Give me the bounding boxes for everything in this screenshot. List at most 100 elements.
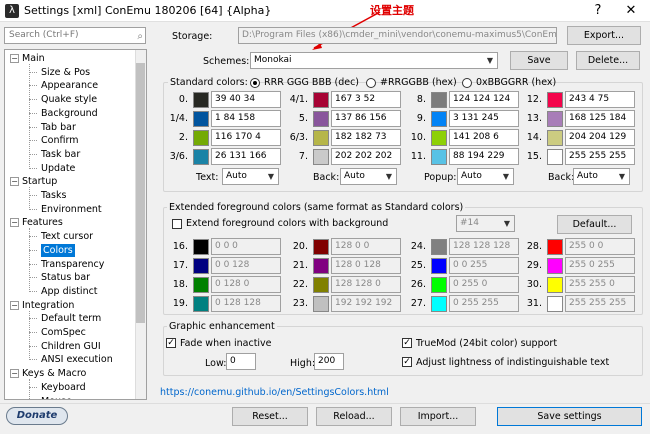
- help-link[interactable]: https://conemu.github.io/en/SettingsColo…: [160, 387, 389, 398]
- default-colors-button[interactable]: Default...: [557, 215, 632, 234]
- close-button[interactable]: ✕: [620, 1, 642, 21]
- standard-color-swatch[interactable]: [193, 149, 209, 165]
- tree-item-app-distinct[interactable]: App distinct: [41, 285, 98, 298]
- standard-color-value-field[interactable]: 3 131 245: [449, 110, 519, 127]
- extend-colors-checkbox[interactable]: [172, 219, 182, 229]
- standard-color-value-field[interactable]: 141 208 6: [449, 129, 519, 146]
- extended-color-swatch[interactable]: [313, 296, 329, 312]
- tree-item-status-bar[interactable]: Status bar: [41, 271, 90, 284]
- tree-item-size-pos[interactable]: Size & Pos: [41, 66, 90, 79]
- extended-color-swatch[interactable]: [547, 277, 563, 293]
- standard-color-value-field[interactable]: 1 84 158: [211, 110, 281, 127]
- tree-item-text-cursor[interactable]: Text cursor: [41, 230, 93, 243]
- tree-expander-icon[interactable]: −: [10, 369, 19, 379]
- tree-item-tab-bar[interactable]: Tab bar: [41, 121, 76, 134]
- tree-item-startup[interactable]: Startup: [22, 175, 57, 188]
- extended-color-swatch[interactable]: [193, 277, 209, 293]
- standard-color-swatch[interactable]: [193, 111, 209, 127]
- tree-expander-icon[interactable]: −: [10, 300, 19, 310]
- standard-color-swatch[interactable]: [313, 149, 329, 165]
- extended-color-swatch[interactable]: [547, 258, 563, 274]
- tree-item-task-bar[interactable]: Task bar: [41, 148, 80, 161]
- fade-inactive-checkbox[interactable]: ✓: [166, 338, 176, 348]
- standard-color-value-field[interactable]: 202 202 202: [331, 148, 401, 165]
- standard-color-value-field[interactable]: 182 182 73: [331, 129, 401, 146]
- standard-color-value-field[interactable]: 88 194 229: [449, 148, 519, 165]
- search-input[interactable]: Search (Ctrl+F) ⌕: [4, 27, 146, 44]
- standard-color-swatch[interactable]: [547, 111, 563, 127]
- tree-item-update[interactable]: Update: [41, 162, 75, 175]
- standard-color-swatch[interactable]: [431, 92, 447, 108]
- tree-item-environment[interactable]: Environment: [41, 203, 102, 216]
- standard-color-value-field[interactable]: 39 40 34: [211, 91, 281, 108]
- extended-color-swatch[interactable]: [313, 258, 329, 274]
- tree-expander-icon[interactable]: −: [10, 177, 19, 187]
- donate-button[interactable]: Donate: [6, 407, 68, 425]
- import-button[interactable]: Import...: [400, 407, 476, 426]
- standard-color-value-field[interactable]: 168 125 184: [565, 110, 635, 127]
- standard-color-swatch[interactable]: [431, 130, 447, 146]
- tree-item-ansi-execution[interactable]: ANSI execution: [41, 353, 113, 366]
- tree-item-transparency[interactable]: Transparency: [41, 258, 104, 271]
- tree-item-comspec[interactable]: ComSpec: [41, 326, 86, 339]
- standard-color-swatch[interactable]: [193, 92, 209, 108]
- reset-button[interactable]: Reset...: [232, 407, 308, 426]
- tree-item-default-term[interactable]: Default term: [41, 312, 101, 325]
- standard-color-swatch[interactable]: [547, 130, 563, 146]
- extended-color-swatch[interactable]: [313, 277, 329, 293]
- tree-item-colors[interactable]: Colors: [41, 243, 75, 257]
- reload-button[interactable]: Reload...: [316, 407, 392, 426]
- tree-item-confirm[interactable]: Confirm: [41, 134, 78, 147]
- tree-expander-icon[interactable]: −: [10, 218, 19, 228]
- high-value-field[interactable]: 200: [314, 353, 344, 370]
- radio-bgr-hex[interactable]: [462, 78, 472, 88]
- tree-item-background[interactable]: Background: [41, 107, 98, 120]
- tree-scrollbar[interactable]: [135, 50, 146, 399]
- standard-color-swatch[interactable]: [313, 92, 329, 108]
- schemes-select[interactable]: Monokai ▼: [250, 52, 498, 69]
- extended-color-swatch[interactable]: [193, 258, 209, 274]
- tree-item-mouse[interactable]: Mouse: [41, 395, 72, 400]
- standard-color-value-field[interactable]: 255 255 255: [565, 148, 635, 165]
- extended-color-swatch[interactable]: [431, 277, 447, 293]
- extended-color-swatch[interactable]: [313, 239, 329, 255]
- tree-item-keyboard[interactable]: Keyboard: [41, 381, 86, 394]
- extended-color-swatch[interactable]: [431, 239, 447, 255]
- standard-color-swatch[interactable]: [431, 149, 447, 165]
- extended-color-swatch[interactable]: [431, 296, 447, 312]
- standard-color-swatch[interactable]: [193, 130, 209, 146]
- tree-item-children-gui[interactable]: Children GUI: [41, 340, 101, 353]
- extended-color-swatch[interactable]: [193, 296, 209, 312]
- tree-expander-icon[interactable]: −: [10, 54, 19, 63]
- search-icon[interactable]: ⌕: [137, 29, 143, 44]
- extended-color-swatch[interactable]: [547, 296, 563, 312]
- standard-color-value-field[interactable]: 167 3 52: [331, 91, 401, 108]
- standard-color-value-field[interactable]: 124 124 124: [449, 91, 519, 108]
- tree-item-keys-macro[interactable]: Keys & Macro: [22, 367, 86, 380]
- delete-scheme-button[interactable]: Delete...: [576, 51, 640, 70]
- standard-color-value-field[interactable]: 26 131 166: [211, 148, 281, 165]
- help-button[interactable]: ?: [587, 1, 609, 21]
- standard-color-swatch[interactable]: [431, 111, 447, 127]
- truemod-checkbox[interactable]: ✓: [402, 338, 412, 348]
- back-color-select[interactable]: Auto ▼: [340, 168, 397, 185]
- tree-item-tasks[interactable]: Tasks: [41, 189, 66, 202]
- popup-color-select[interactable]: Auto ▼: [457, 168, 514, 185]
- standard-color-swatch[interactable]: [313, 130, 329, 146]
- tree-item-quake-style[interactable]: Quake style: [41, 93, 97, 106]
- save-scheme-button[interactable]: Save: [510, 51, 568, 70]
- low-value-field[interactable]: 0: [226, 353, 256, 370]
- text-color-select[interactable]: Auto ▼: [222, 168, 279, 185]
- standard-color-value-field[interactable]: 243 4 75: [565, 91, 635, 108]
- standard-color-value-field[interactable]: 204 204 129: [565, 129, 635, 146]
- tree-item-appearance[interactable]: Appearance: [41, 79, 98, 92]
- tree-scrollbar-thumb[interactable]: [136, 63, 145, 323]
- extended-color-swatch[interactable]: [547, 239, 563, 255]
- export-button[interactable]: Export...: [567, 26, 641, 45]
- radio-rgb-hex[interactable]: [366, 78, 376, 88]
- standard-color-value-field[interactable]: 116 170 4: [211, 129, 281, 146]
- standard-color-swatch[interactable]: [313, 111, 329, 127]
- extended-color-swatch[interactable]: [193, 239, 209, 255]
- settings-tree[interactable]: − Main Size & Pos Appearance Quake style Back…: [4, 49, 147, 400]
- popup-back-color-select[interactable]: Auto ▼: [573, 168, 630, 185]
